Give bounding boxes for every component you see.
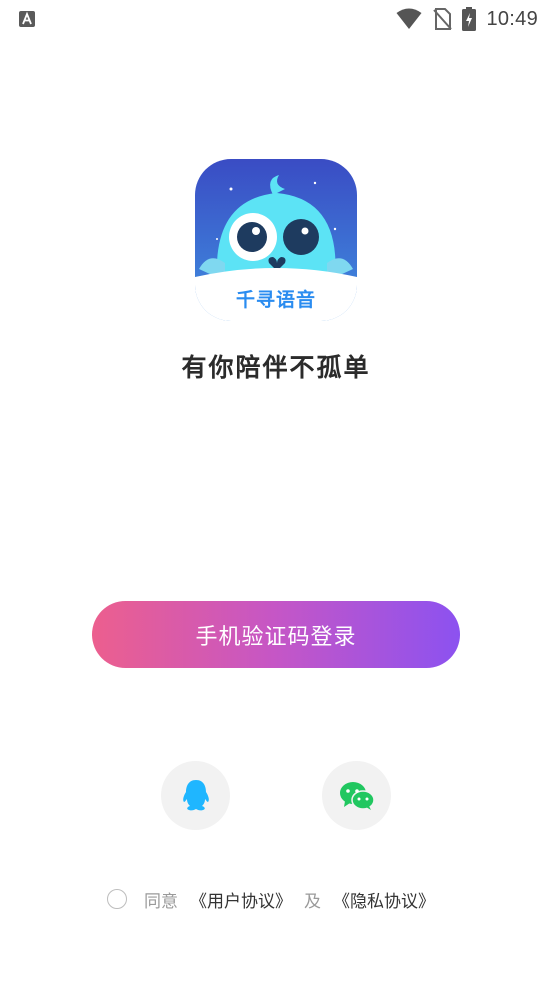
qq-penguin-icon (182, 779, 209, 810)
wechat-icon (339, 781, 375, 810)
and-label: 及 (304, 891, 321, 912)
wifi-icon (396, 8, 422, 29)
accessibility-a-icon (19, 11, 35, 27)
wechat-login-button[interactable] (322, 761, 391, 830)
user-agreement-link[interactable]: 《用户协议》 (190, 887, 292, 912)
app-tagline: 有你陪伴不孤单 (181, 353, 371, 382)
app-logo: 千寻语音 (195, 159, 357, 321)
no-sim-icon (433, 8, 453, 30)
status-icons: 10:49 (396, 6, 538, 32)
privacy-policy-link[interactable]: 《隐私协议》 (333, 887, 435, 912)
status-time: 10:49 (486, 7, 538, 30)
phone-login-button[interactable]: 手机验证码登录 (92, 601, 460, 668)
agree-label: 同意 (144, 891, 178, 912)
logo-text: 千寻语音 (235, 289, 316, 311)
qq-login-button[interactable] (161, 761, 230, 830)
battery-charging-icon (462, 7, 477, 31)
status-bar: 10:49 (0, 0, 552, 38)
agreement-row: 同意 《用户协议》 及 《隐私协议》 (107, 885, 435, 913)
agree-checkbox[interactable] (107, 889, 127, 909)
